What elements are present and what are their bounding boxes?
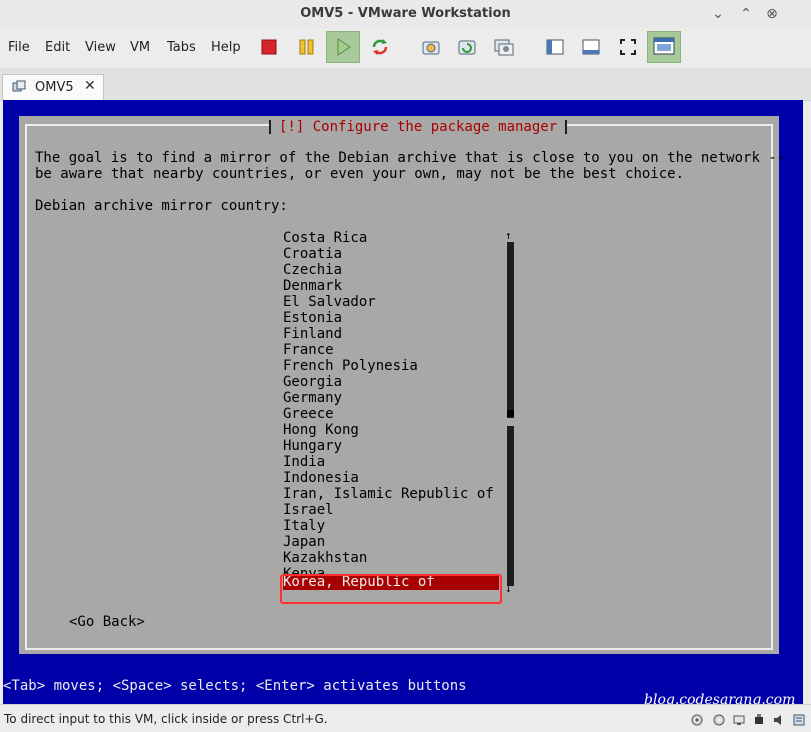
- close-window-button[interactable]: ⊗: [762, 4, 782, 24]
- list-item[interactable]: Italy: [283, 518, 499, 534]
- minimize-button[interactable]: ⌄: [708, 4, 728, 24]
- message-log-icon[interactable]: [792, 713, 806, 727]
- annotation-highlight-box: [280, 574, 502, 604]
- list-item[interactable]: Kazakhstan: [283, 550, 499, 566]
- mirror-country-prompt: Debian archive mirror country:: [35, 198, 288, 214]
- list-item[interactable]: Estonia: [283, 310, 499, 326]
- list-item[interactable]: Georgia: [283, 374, 499, 390]
- go-back-button[interactable]: <Go Back>: [69, 614, 145, 630]
- show-library-icon[interactable]: [544, 36, 566, 58]
- console-view-icon: [653, 37, 675, 55]
- menu-file[interactable]: File: [8, 40, 30, 55]
- menu-view[interactable]: View: [85, 40, 116, 55]
- list-item[interactable]: Japan: [283, 534, 499, 550]
- toolbar: File Edit View VM Tabs Help: [0, 28, 811, 68]
- tab-label: OMV5: [35, 80, 74, 95]
- maximize-button[interactable]: ⌃: [736, 4, 756, 24]
- full-screen-icon[interactable]: [617, 36, 639, 58]
- window-title: OMV5 - VMware Workstation: [300, 6, 511, 21]
- list-item[interactable]: El Salvador: [283, 294, 499, 310]
- menu-tabs[interactable]: Tabs: [167, 40, 196, 55]
- description-line-1: The goal is to find a mirror of the Debi…: [35, 150, 786, 166]
- list-item[interactable]: Kenya: [283, 566, 499, 574]
- sound-icon[interactable]: [772, 713, 786, 727]
- list-item[interactable]: Finland: [283, 326, 499, 342]
- thumbnail-bar-icon[interactable]: [580, 36, 602, 58]
- cd-icon[interactable]: [712, 713, 726, 727]
- scrollbar-gap: [507, 418, 514, 426]
- snapshot-manager-icon[interactable]: [493, 36, 515, 58]
- list-item[interactable]: Iran, Islamic Republic of: [283, 486, 499, 502]
- list-item[interactable]: French Polynesia: [283, 358, 499, 374]
- installer-dialog: [!] Configure the package manager The go…: [19, 116, 785, 654]
- status-message: To direct input to this VM, click inside…: [4, 712, 328, 726]
- vm-icon: [12, 80, 26, 92]
- description-line-2: be aware that nearby countries, or even …: [35, 166, 685, 182]
- tab-bar: OMV5 ✕: [0, 68, 811, 101]
- snapshot-icon[interactable]: [420, 36, 442, 58]
- power-on-button[interactable]: [326, 31, 360, 63]
- play-icon: [337, 38, 351, 56]
- list-item[interactable]: Hong Kong: [283, 422, 499, 438]
- list-item[interactable]: India: [283, 454, 499, 470]
- title-bar: OMV5 - VMware Workstation ⌄ ⌃ ⊗: [0, 0, 811, 28]
- list-item[interactable]: Czechia: [283, 262, 499, 278]
- revert-snapshot-icon[interactable]: [456, 36, 478, 58]
- restart-icon[interactable]: [369, 36, 391, 58]
- power-off-icon[interactable]: [258, 36, 280, 58]
- suspend-icon[interactable]: [296, 36, 318, 58]
- menu-vm[interactable]: VM: [130, 40, 150, 55]
- list-item[interactable]: Hungary: [283, 438, 499, 454]
- scroll-up-arrow-icon[interactable]: ↑: [505, 229, 512, 242]
- status-bar: To direct input to this VM, click inside…: [0, 704, 811, 732]
- tab-omv5[interactable]: OMV5 ✕: [2, 74, 104, 100]
- country-list[interactable]: Costa Rica Croatia Czechia Denmark El Sa…: [283, 230, 499, 598]
- network-icon[interactable]: [732, 713, 746, 727]
- scrollbar-thumb[interactable]: [507, 410, 514, 417]
- list-item[interactable]: Greece: [283, 406, 499, 422]
- close-tab-icon[interactable]: ✕: [84, 78, 96, 94]
- usb-icon[interactable]: [752, 713, 766, 727]
- scroll-down-arrow-icon[interactable]: ↓: [505, 582, 512, 595]
- menu-help[interactable]: Help: [211, 40, 241, 55]
- list-item[interactable]: Costa Rica: [283, 230, 499, 246]
- list-item[interactable]: Germany: [283, 390, 499, 406]
- console-view-button[interactable]: [647, 31, 681, 63]
- list-item[interactable]: France: [283, 342, 499, 358]
- list-item[interactable]: Indonesia: [283, 470, 499, 486]
- list-item[interactable]: Denmark: [283, 278, 499, 294]
- vm-console[interactable]: [!] Configure the package manager The go…: [3, 100, 803, 708]
- dialog-title: [!] Configure the package manager: [269, 118, 568, 136]
- menu-edit[interactable]: Edit: [45, 40, 70, 55]
- disk-icon[interactable]: [690, 713, 704, 727]
- list-item[interactable]: Israel: [283, 502, 499, 518]
- list-item[interactable]: Croatia: [283, 246, 499, 262]
